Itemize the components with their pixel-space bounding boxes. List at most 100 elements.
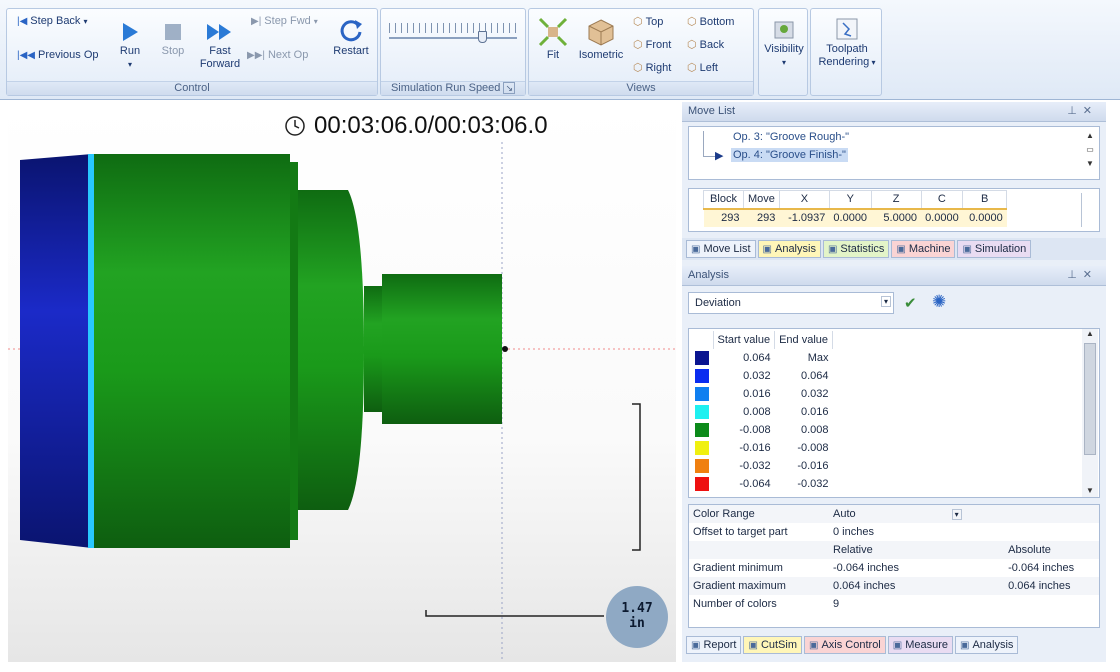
close-icon[interactable]: ✕ [1083, 105, 1098, 117]
color-swatch [691, 349, 713, 367]
prop-color-range[interactable]: Color Range Auto ▾ [689, 505, 1099, 523]
tab-machine[interactable]: ▣ Machine [891, 240, 956, 258]
isometric-icon [588, 19, 614, 46]
end-value: Max [807, 352, 829, 364]
main-cylinder [94, 154, 290, 548]
color-row[interactable]: 0.016 0.032 [691, 385, 833, 403]
step-back-button[interactable]: |◀ Step Back ▾ [17, 15, 87, 28]
isometric-button[interactable]: Isometric [577, 17, 625, 62]
color-row[interactable]: -0.016 -0.008 [691, 439, 833, 457]
color-row[interactable]: -0.064 -0.032 [691, 475, 833, 493]
prop-gradient-min[interactable]: Gradient minimum -0.064 inches -0.064 inch… [689, 559, 1099, 577]
tab-move-list[interactable]: ▣ Move List [686, 240, 756, 258]
fast-forward-button[interactable]: Fast Forward [197, 21, 243, 71]
main-cylinder-end [290, 162, 298, 540]
end-value: 0.032 [801, 388, 829, 400]
op-item-selected[interactable]: Op. 4: "Groove Finish-" [731, 148, 848, 162]
color-row[interactable]: 0.064 Max [691, 349, 833, 367]
view-right-button[interactable]: ⬡ Right [633, 62, 671, 75]
toolpath-group: Toolpath Rendering ▾ [810, 8, 882, 96]
pin-icon[interactable]: ⊥ [1067, 105, 1083, 117]
end-value: 0.064 [801, 370, 829, 382]
color-swatch [691, 475, 713, 493]
view-left-button[interactable]: ⬡ Left [687, 62, 718, 75]
slider-track [389, 37, 517, 39]
analysis-title-bar: Analysis ⊥✕ [682, 266, 1106, 286]
pin-icon[interactable]: ⊥ [1067, 269, 1083, 281]
view-back-button[interactable]: ⬡ Back [687, 39, 724, 52]
tab-measure[interactable]: ▣ Measure [887, 636, 953, 654]
start-value: 0.008 [743, 406, 771, 418]
move-cell: 5.0000 [871, 207, 922, 227]
tab-simulation[interactable]: ▣ Simulation [957, 240, 1032, 258]
color-table-header: Start value End value [691, 331, 834, 349]
column-header-x[interactable]: X [778, 190, 830, 209]
prop-number-of-colors[interactable]: Number of colors 9 [689, 595, 1099, 613]
tab-analysis[interactable]: ▣ Analysis [757, 240, 821, 258]
dialog-launcher-icon[interactable]: ↘ [503, 82, 516, 94]
next-op-button[interactable]: ▶▶| Next Op [247, 49, 308, 62]
previous-op-button[interactable]: |◀◀ Previous Op [17, 49, 99, 62]
close-icon[interactable]: ✕ [1083, 269, 1098, 281]
speed-slider[interactable] [389, 21, 517, 43]
speed-group-label: Simulation Run Speed ↘ [381, 81, 525, 95]
color-row[interactable]: 0.008 0.016 [691, 403, 833, 421]
analysis-mode-select[interactable]: Deviation ▾ [688, 292, 894, 314]
op-item[interactable]: Op. 3: "Groove Rough-" [733, 131, 849, 143]
chamfer-section [298, 190, 364, 510]
toolpath-rendering-button[interactable]: Toolpath Rendering ▾ [815, 17, 879, 69]
tab-statistics[interactable]: ▣ Statistics [822, 240, 890, 258]
cube-left-icon: ⬡ [687, 62, 697, 74]
side-panel: Move List ⊥✕ Op. 3: "Groove Rough-" ▶ Op… [682, 102, 1106, 662]
color-row[interactable]: -0.032 -0.016 [691, 457, 833, 475]
move-cell: 293 [743, 207, 780, 227]
start-value: 0.032 [743, 370, 771, 382]
scroll-thumb[interactable] [1084, 343, 1096, 455]
tab-report[interactable]: ▣ Report [686, 636, 742, 654]
stock-blue-section [20, 154, 92, 548]
color-row[interactable]: 0.032 0.064 [691, 367, 833, 385]
tab-axis-control[interactable]: ▣ Axis Control [804, 636, 886, 654]
fit-button[interactable]: Fit [535, 17, 571, 62]
move-table-row[interactable]: 293 293 -1.0937 0.0000 5.0000 0.0000 0.0000 [703, 207, 1007, 227]
measure-icon: ▣ [892, 639, 903, 651]
view-front-button[interactable]: ⬡ Front [633, 39, 671, 52]
view-bottom-button[interactable]: ⬡ Bottom [687, 16, 734, 29]
column-header-block[interactable]: Block [703, 190, 744, 209]
prop-headers: Relative Absolute [689, 541, 1099, 559]
current-op-arrow-icon: ▶ [715, 150, 724, 162]
analysis-settings-icon[interactable]: ✺ [932, 292, 946, 312]
move-table: Block Move X Y Z C B 293 293 -1.0937 0.0000 5.0000… [688, 188, 1100, 232]
prop-offset[interactable]: Offset to target part 0 inches [689, 523, 1099, 541]
tab-analysis[interactable]: ▣ Analysis [955, 636, 1019, 654]
column-header-z[interactable]: Z [870, 190, 922, 209]
color-table-scrollbar[interactable]: ▲ ▼ [1082, 329, 1098, 497]
column-header-c[interactable]: C [920, 190, 964, 209]
step-fwd-button[interactable]: ▶| Step Fwd ▾ [251, 15, 318, 28]
column-header-y[interactable]: Y [828, 190, 872, 209]
tree-scrollbar[interactable]: ▲ ▭ ▼ [1083, 129, 1097, 177]
cube-back-icon: ⬡ [687, 39, 697, 51]
stop-button[interactable]: Stop [157, 21, 189, 58]
color-swatch [691, 421, 713, 439]
prop-gradient-max[interactable]: Gradient maximum 0.064 inches 0.064 inches [689, 577, 1099, 595]
slider-thumb[interactable] [478, 31, 488, 43]
scale-bracket [632, 403, 641, 551]
simulation-viewport[interactable]: 00:03:06.0/00:03:06.0 1.47 in [8, 102, 676, 662]
run-button[interactable]: Run ▾ [115, 21, 145, 71]
operation-tree[interactable]: Op. 3: "Groove Rough-" ▶ Op. 4: "Groove … [688, 126, 1100, 180]
restart-icon [340, 20, 362, 42]
visibility-button[interactable]: Visibility ▾ [761, 17, 807, 69]
apply-analysis-icon[interactable]: ✔ [904, 294, 917, 312]
analysis-icon: ▣ [762, 243, 772, 255]
chevron-down-icon[interactable]: ▾ [951, 509, 962, 520]
move-table-scrollbar[interactable] [1081, 193, 1095, 227]
column-header-move[interactable]: Move [743, 190, 780, 209]
view-top-button[interactable]: ⬡ Top [633, 16, 663, 29]
end-value: -0.016 [797, 460, 829, 472]
fit-icon [538, 17, 568, 47]
column-header-b[interactable]: B [962, 190, 1008, 209]
restart-button[interactable]: Restart [329, 17, 373, 58]
color-row[interactable]: -0.008 0.008 [691, 421, 833, 439]
tab-cutsim[interactable]: ▣ CutSim [743, 636, 802, 654]
